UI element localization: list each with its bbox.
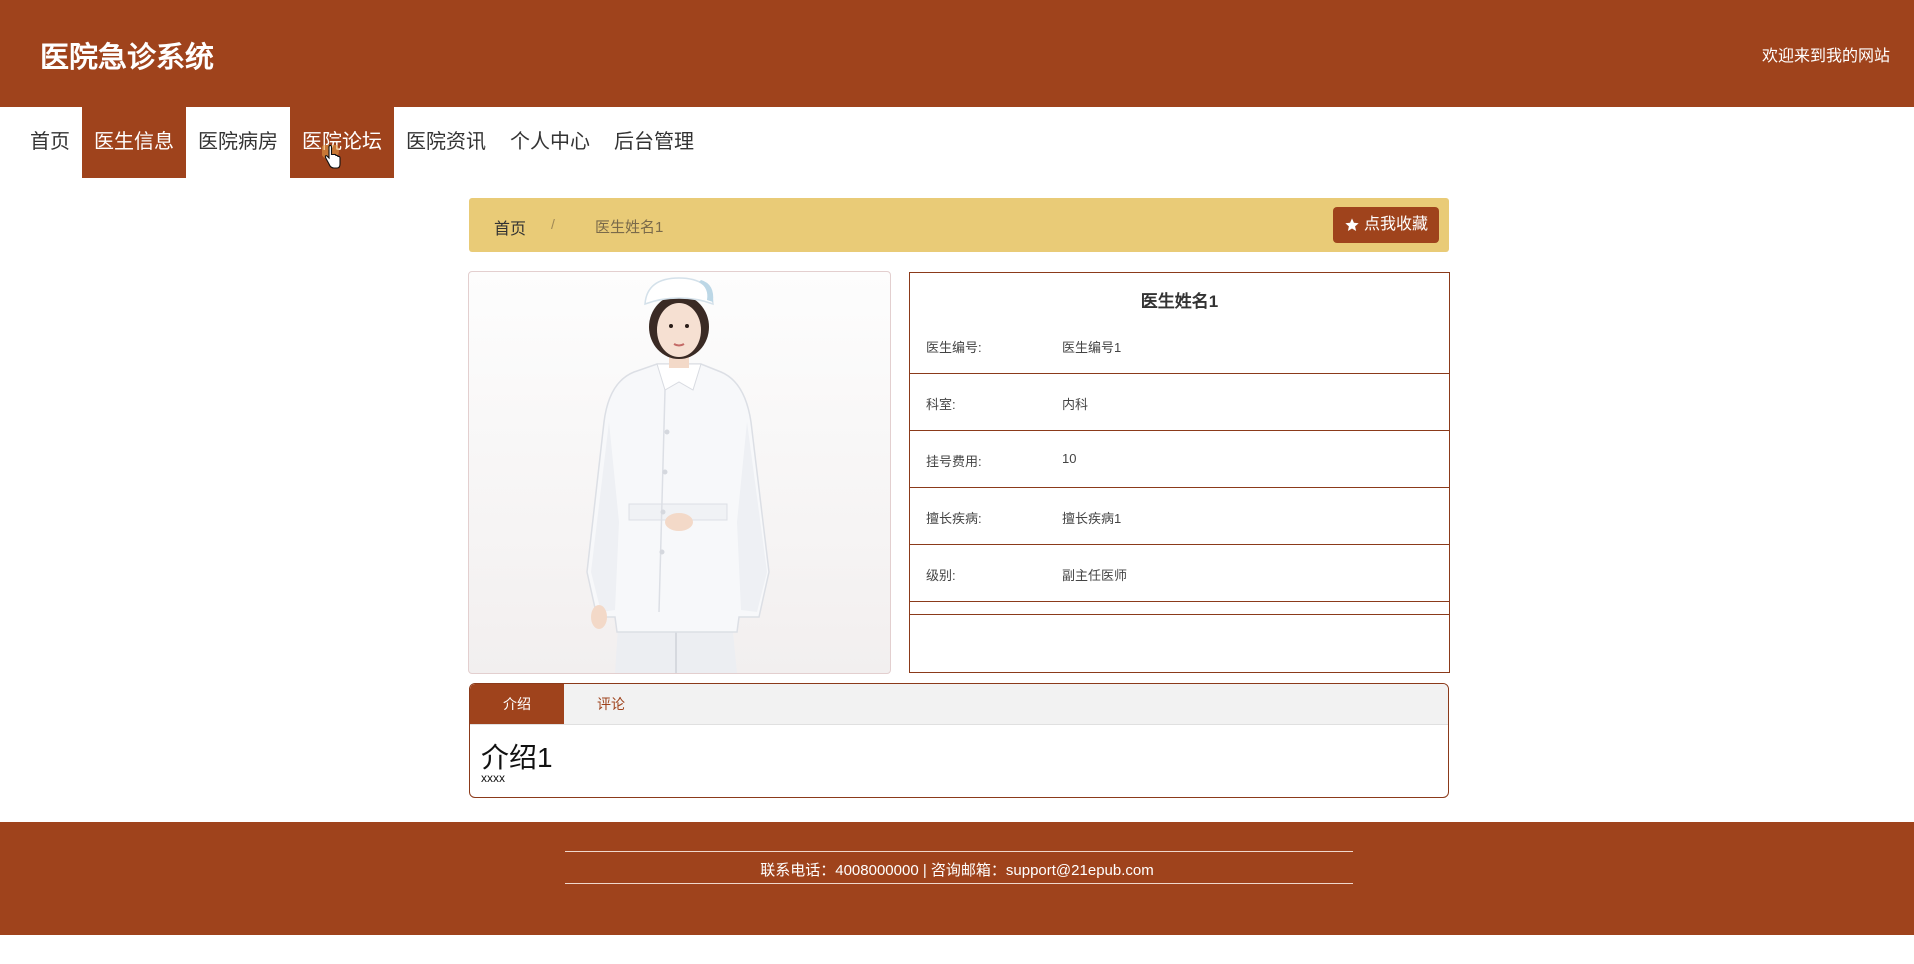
doctor-id-label: 医生编号: bbox=[926, 340, 982, 355]
site-header: 医院急诊系统 欢迎来到我的网站 bbox=[0, 0, 1914, 107]
nav-item-wards[interactable]: 医院病房 bbox=[186, 107, 290, 178]
doctor-name: 医生姓名1 bbox=[1140, 292, 1219, 311]
department-label: 科室: bbox=[926, 397, 956, 412]
info-row-department: 科室: 内科 bbox=[910, 374, 1449, 431]
tabs-bar: 介绍 评论 bbox=[470, 684, 1448, 725]
site-footer: 联系电话：4008000000 | 咨询邮箱：support@21epub.co… bbox=[0, 822, 1914, 935]
breadcrumb-current: 医生姓名1 bbox=[595, 219, 664, 236]
doctor-figure-image bbox=[586, 277, 770, 673]
intro-text: xxxx bbox=[481, 771, 505, 785]
breadcrumb-separator: / bbox=[551, 216, 555, 232]
nav-item-doctor-info[interactable]: 医生信息 bbox=[82, 107, 186, 178]
info-row-specialty: 擅长疾病: 擅长疾病1 bbox=[910, 488, 1449, 545]
tab-intro[interactable]: 介绍 bbox=[470, 684, 564, 724]
doctor-id-value: 医生编号1 bbox=[1062, 340, 1122, 355]
doctor-info-panel: 医生姓名1 医生编号: 医生编号1 科室: 内科 挂号费用: 10 擅长疾病: … bbox=[909, 272, 1450, 673]
department-value: 内科 bbox=[1062, 397, 1089, 412]
info-row-fee: 挂号费用: 10 bbox=[910, 431, 1449, 488]
favorite-button[interactable]: 点我收藏 bbox=[1332, 207, 1439, 243]
nav-item-news[interactable]: 医院资讯 bbox=[394, 107, 498, 178]
hand-cursor-icon bbox=[322, 145, 341, 169]
specialty-label: 擅长疾病: bbox=[926, 511, 982, 526]
welcome-text: 欢迎来到我的网站 bbox=[1761, 48, 1890, 65]
main-nav: 首页 医生信息 医院病房 医院论坛 医院资讯 个人中心 后台管理 bbox=[18, 107, 706, 178]
tab-comments[interactable]: 评论 bbox=[564, 684, 658, 724]
info-row-doctor-id: 医生编号: 医生编号1 bbox=[910, 317, 1449, 374]
intro-title: 介绍1 bbox=[481, 742, 553, 773]
site-title: 医院急诊系统 bbox=[40, 42, 215, 74]
favorite-button-label: 点我收藏 bbox=[1363, 216, 1428, 233]
level-label: 级别: bbox=[926, 568, 956, 583]
fee-label: 挂号费用: bbox=[926, 454, 982, 469]
star-icon bbox=[1345, 218, 1359, 231]
footer-divider-bottom bbox=[565, 883, 1353, 884]
nav-item-admin[interactable]: 后台管理 bbox=[602, 107, 706, 178]
level-value: 副主任医师 bbox=[1062, 568, 1128, 583]
detail-tabs: 介绍 评论 介绍1 xxxx bbox=[469, 683, 1449, 798]
specialty-value: 擅长疾病1 bbox=[1062, 511, 1122, 526]
breadcrumb-home-link[interactable]: 首页 bbox=[494, 215, 526, 239]
nav-item-forum[interactable]: 医院论坛 bbox=[290, 107, 394, 178]
footer-contact: 联系电话：4008000000 | 咨询邮箱：support@21epub.co… bbox=[760, 862, 1154, 879]
info-divider bbox=[910, 614, 1449, 615]
nav-item-home[interactable]: 首页 bbox=[18, 107, 82, 178]
nav-item-profile[interactable]: 个人中心 bbox=[498, 107, 602, 178]
breadcrumb: 首页 / 医生姓名1 点我收藏 bbox=[469, 198, 1449, 252]
info-row-level: 级别: 副主任医师 bbox=[910, 545, 1449, 602]
doctor-photo bbox=[468, 271, 891, 674]
fee-value: 10 bbox=[1062, 451, 1077, 466]
footer-divider-top bbox=[565, 851, 1353, 852]
